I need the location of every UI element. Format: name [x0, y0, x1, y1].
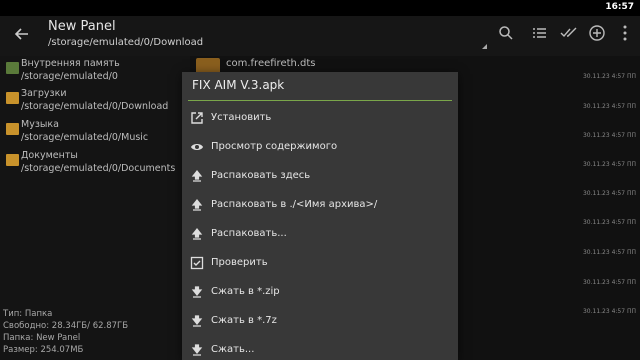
- list-view-icon[interactable]: [530, 24, 548, 42]
- nav-item-documents[interactable]: Документы /storage/emulated/0/Documents: [4, 150, 190, 180]
- menu-item-label: Просмотр содержимого: [211, 141, 338, 152]
- nav-item-path: /storage/emulated/0/Documents: [21, 163, 176, 174]
- menu-item-label: Распаковать...: [211, 228, 287, 239]
- menu-item-verify[interactable]: Проверить: [182, 249, 458, 278]
- file-date: 30.11.23 4:57 ПП: [582, 161, 636, 168]
- upload-icon: [191, 228, 203, 240]
- status-bar: 16:57: [0, 0, 640, 16]
- archive-context-menu: FIX AIM V.3.apk Установить Просмотр соде…: [182, 72, 458, 360]
- nav-item-downloads[interactable]: Загрузки /storage/emulated/0/Download: [4, 88, 190, 118]
- menu-item-compress-zip[interactable]: Сжать в *.zip: [182, 278, 458, 307]
- nav-item-name: Документы: [21, 150, 78, 161]
- menu-item-compress-7z[interactable]: Сжать в *.7z: [182, 307, 458, 336]
- dialog-title: FIX AIM V.3.apk: [192, 78, 285, 92]
- back-arrow-icon[interactable]: [12, 24, 32, 44]
- nav-item-path: /storage/emulated/0/Music: [21, 132, 149, 143]
- status-time: 16:57: [605, 2, 634, 12]
- menu-item-extract-here[interactable]: Распаковать здесь: [182, 162, 458, 191]
- menu-item-label: Сжать...: [211, 344, 255, 355]
- file-item-name[interactable]: com.freefireth.dts: [226, 58, 316, 69]
- add-icon[interactable]: [588, 24, 606, 42]
- file-date: 30.11.23 4:57 ПП: [582, 219, 636, 226]
- file-date: 30.11.23 4:57 ПП: [582, 190, 636, 197]
- nav-item-music[interactable]: Музыка /storage/emulated/0/Music: [4, 119, 190, 149]
- nav-item-path: /storage/emulated/0/Download: [21, 101, 169, 112]
- dialog-divider: [188, 100, 452, 101]
- menu-item-label: Распаковать здесь: [211, 170, 311, 181]
- menu-item-label: Сжать в *.zip: [211, 286, 280, 297]
- upload-icon: [191, 170, 203, 182]
- folder-info: Тип: Папка Свободно: 28.34ГБ/ 62.87ГБ Па…: [3, 308, 128, 356]
- nav-item-name: Музыка: [21, 119, 59, 130]
- file-date: 30.11.23 4:57 ПП: [582, 308, 636, 315]
- menu-item-label: Установить: [211, 112, 272, 123]
- select-all-icon[interactable]: [560, 24, 578, 42]
- menu-item-label: Проверить: [211, 257, 268, 268]
- file-date: 30.11.23 4:57 ПП: [582, 132, 636, 139]
- check-box-icon: [190, 256, 204, 270]
- menu-item-label: Сжать в *.7z: [211, 315, 277, 326]
- file-date: 30.11.23 4:57 ПП: [582, 279, 636, 286]
- file-date: 30.11.23 4:57 ПП: [582, 103, 636, 110]
- menu-item-extract-to-folder[interactable]: Распаковать в ./<Имя архива>/: [182, 191, 458, 220]
- menu-item-compress[interactable]: Сжать...: [182, 336, 458, 360]
- nav-item-name: Загрузки: [21, 88, 67, 99]
- folder-icon: [6, 123, 19, 135]
- download-icon: [191, 344, 203, 356]
- info-folder: Папка: New Panel: [3, 333, 81, 343]
- search-icon[interactable]: [497, 24, 515, 42]
- file-date: 30.11.23 4:57 ПП: [582, 73, 636, 80]
- eye-icon: [191, 144, 203, 150]
- info-size: Размер: 254.07МБ: [3, 345, 84, 355]
- upload-icon: [191, 199, 203, 211]
- menu-item-label: Распаковать в ./<Имя архива>/: [211, 199, 378, 210]
- nav-item-name: Внутренняя память: [21, 58, 120, 69]
- nav-item-internal-storage[interactable]: Внутренняя память /storage/emulated/0: [4, 58, 190, 88]
- menu-item-install[interactable]: Установить: [182, 104, 458, 133]
- panel-path: /storage/emulated/0/Download: [48, 37, 204, 48]
- info-free: Свободно: 28.34ГБ/ 62.87ГБ: [3, 321, 129, 331]
- panel-title: New Panel: [48, 19, 116, 34]
- open-external-icon: [191, 112, 203, 124]
- folder-icon: [6, 92, 19, 104]
- menu-item-view-contents[interactable]: Просмотр содержимого: [182, 133, 458, 162]
- download-icon: [191, 315, 203, 327]
- file-date: 30.11.23 4:57 ПП: [582, 249, 636, 256]
- sd-card-icon: [6, 62, 19, 74]
- nav-item-path: /storage/emulated/0: [21, 71, 118, 82]
- menu-item-extract[interactable]: Распаковать...: [182, 220, 458, 249]
- path-dropdown-indicator[interactable]: [482, 44, 487, 49]
- more-options-icon[interactable]: [616, 24, 634, 42]
- folder-icon: [6, 154, 19, 166]
- download-icon: [191, 286, 203, 298]
- toolbar: New Panel /storage/emulated/0/Download: [0, 16, 640, 56]
- info-type: Тип: Папка: [3, 309, 53, 319]
